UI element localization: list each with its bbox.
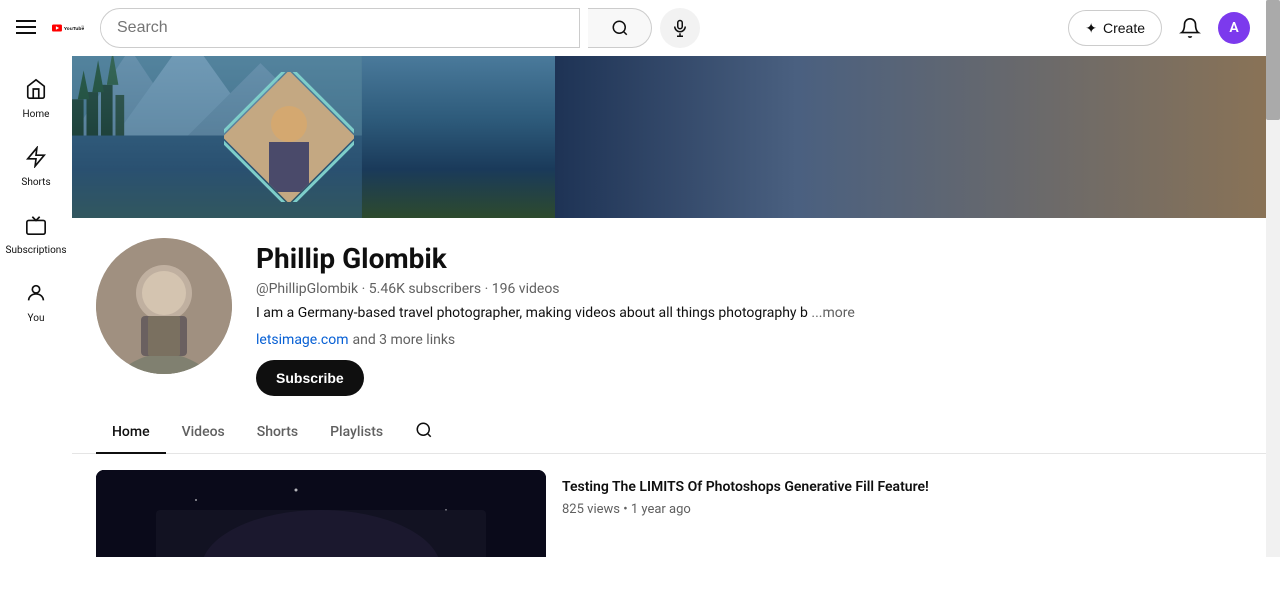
scrollbar[interactable] — [1266, 0, 1280, 557]
sidebar-item-subscriptions[interactable]: Subscriptions — [0, 200, 72, 266]
channel-info: Phillip Glombik @PhillipGlombik · 5.46K … — [72, 218, 1280, 412]
youtube-icon: YouTube PK — [52, 17, 84, 39]
svg-text:PK: PK — [82, 25, 84, 29]
scrollbar-thumb[interactable] — [1266, 0, 1280, 120]
menu-icon[interactable] — [16, 18, 36, 39]
sidebar-item-you[interactable]: You — [0, 268, 72, 334]
search-bar — [100, 8, 580, 48]
create-plus-icon: ✦ — [1085, 20, 1097, 37]
channel-banner: Photography, Editing, Laughter. Photogra… — [72, 56, 1280, 218]
you-icon — [25, 282, 47, 309]
notifications-button[interactable] — [1170, 8, 1210, 48]
sidebar-item-shorts[interactable]: Shorts — [0, 132, 72, 198]
tab-home[interactable]: Home — [96, 412, 166, 454]
home-icon — [25, 78, 47, 105]
sidebar-item-home[interactable]: Home — [0, 64, 72, 130]
subscriptions-icon — [25, 214, 47, 241]
sidebar: Home Shorts Subscriptions You — [0, 56, 72, 613]
channel-handle: @PhillipGlombik — [256, 281, 358, 297]
mic-button[interactable] — [660, 8, 700, 48]
video-title: Testing The LIMITS Of Photoshops Generat… — [562, 478, 1256, 498]
more-button[interactable]: ...more — [811, 305, 854, 321]
video-views: 825 views — [562, 502, 620, 517]
avatar-image — [96, 238, 232, 374]
video-info: Testing The LIMITS Of Photoshops Generat… — [562, 470, 1256, 525]
create-button[interactable]: ✦ Create — [1068, 10, 1162, 46]
channel-description: I am a Germany-based travel photographer… — [256, 305, 1256, 321]
channel-details: Phillip Glombik @PhillipGlombik · 5.46K … — [256, 238, 1256, 396]
channel-separator-2: · — [485, 281, 492, 297]
channel-website-link[interactable]: letsimage.com — [256, 332, 349, 348]
channel-meta: @PhillipGlombik · 5.46K subscribers · 19… — [256, 281, 1256, 297]
channel-avatar — [96, 238, 232, 374]
channel-more-links[interactable]: and 3 more links — [352, 332, 455, 348]
tab-shorts[interactable]: Shorts — [241, 412, 314, 454]
main-content: Photography, Editing, Laughter. Photogra… — [72, 56, 1280, 557]
video-side: Testing The LIMITS Of Photoshops Generat… — [546, 470, 1256, 557]
sidebar-item-home-label: Home — [23, 109, 50, 120]
video-thumbnail: Testing The LIMITS Of Photoshops Gener..… — [96, 470, 546, 557]
video-grid: Testing The LIMITS Of Photoshops Gener..… — [72, 454, 1280, 557]
search-input[interactable] — [101, 19, 579, 37]
channel-video-count: 196 videos — [492, 281, 560, 297]
banner-left — [72, 56, 555, 218]
video-age: 1 year ago — [631, 502, 691, 517]
channel-links: letsimage.com and 3 more links — [256, 329, 1256, 348]
channel-separator-1: · — [362, 281, 369, 297]
tab-videos[interactable]: Videos — [166, 412, 241, 454]
sidebar-item-subscriptions-label: Subscriptions — [6, 245, 67, 256]
header-right: ✦ Create A — [1068, 8, 1250, 48]
video-meta: 825 views • 1 year ago — [562, 502, 1256, 517]
tabs-search-icon[interactable] — [407, 413, 441, 452]
youtube-logo[interactable]: YouTube PK — [52, 17, 84, 39]
video-card-featured[interactable]: Testing The LIMITS Of Photoshops Gener..… — [96, 470, 546, 557]
video-meta-sep: • — [623, 502, 631, 517]
sidebar-item-shorts-label: Shorts — [21, 177, 50, 188]
channel-tabs: Home Videos Shorts Playlists — [72, 412, 1280, 454]
channel-name: Phillip Glombik — [256, 242, 1256, 275]
avatar[interactable]: A — [1218, 12, 1250, 44]
channel-subscribers: 5.46K subscribers — [369, 281, 481, 297]
create-label: Create — [1103, 20, 1145, 36]
header: YouTube PK ✦ Create — [0, 0, 1266, 56]
subscribe-button[interactable]: Subscribe — [256, 360, 364, 396]
tab-playlists[interactable]: Playlists — [314, 412, 399, 454]
search-container — [100, 8, 700, 48]
shorts-icon — [25, 146, 47, 173]
sidebar-item-you-label: You — [28, 313, 45, 324]
search-button[interactable] — [588, 8, 652, 48]
svg-text:YouTube: YouTube — [64, 26, 84, 32]
